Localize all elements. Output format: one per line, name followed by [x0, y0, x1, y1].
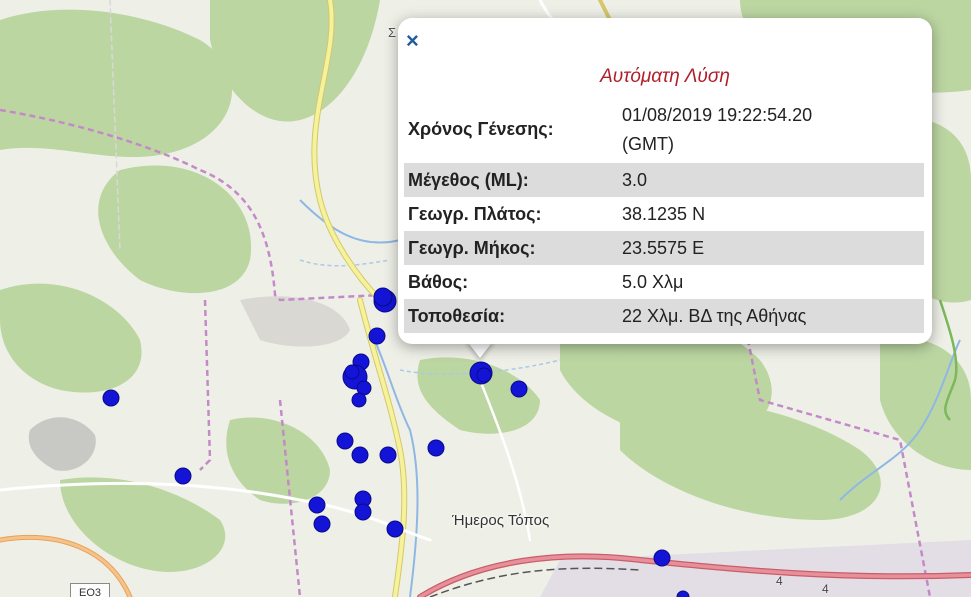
earthquake-marker[interactable]: [102, 389, 120, 407]
info-key: Τοποθεσία:: [404, 299, 612, 333]
info-value: 23.5575 E: [612, 231, 924, 265]
place-label: Ήμερος Τόπος: [452, 512, 550, 529]
info-row-location: Τοποθεσία: 22 Χλμ. ΒΔ της Αθήνας: [404, 299, 924, 333]
info-key: Βάθος:: [408, 271, 469, 292]
map-label-top: Σ: [388, 25, 397, 40]
earthquake-marker[interactable]: [476, 367, 492, 383]
popup-title: Αυτόματη Λύση: [600, 66, 730, 87]
earthquake-marker[interactable]: [344, 364, 360, 380]
earthquake-marker[interactable]: [379, 446, 397, 464]
earthquake-marker[interactable]: [174, 467, 192, 485]
info-row-origin-time: Χρόνος Γένεσης: 01/08/2019 19:22:54.20 (…: [404, 96, 924, 163]
road-number-label: 4: [822, 582, 829, 596]
road-number-label: 4: [776, 574, 783, 588]
earthquake-info-table: Χρόνος Γένεσης: 01/08/2019 19:22:54.20 (…: [404, 96, 924, 333]
earthquake-marker[interactable]: [354, 503, 372, 521]
origin-time-value: 01/08/2019 19:22:54.20: [622, 104, 813, 125]
earthquake-marker[interactable]: [373, 287, 393, 307]
earthquake-marker[interactable]: [427, 439, 445, 457]
info-row-longitude: Γεωγρ. Μήκος: 23.5575 E: [404, 231, 924, 265]
info-row-magnitude: Μέγεθος (ML): 3.0: [404, 163, 924, 197]
earthquake-marker[interactable]: [336, 432, 354, 450]
origin-time-zone: (GMT): [622, 133, 674, 154]
info-value: 22 Χλμ. ΒΔ της Αθήνας: [612, 299, 924, 333]
close-icon[interactable]: ×: [406, 30, 419, 52]
info-row-depth: Βάθος: 5.0 Χλμ: [404, 265, 924, 299]
earthquake-marker[interactable]: [351, 446, 369, 464]
info-value: 38.1235 N: [622, 203, 706, 224]
info-key: Γεωγρ. Μήκος:: [404, 231, 612, 265]
info-key: Μέγεθος (ML):: [404, 163, 612, 197]
earthquake-marker[interactable]: [308, 496, 326, 514]
road-shield: ΕΟ3: [70, 583, 110, 597]
info-key: Γεωγρ. Πλάτος:: [408, 203, 542, 224]
info-value: 01/08/2019 19:22:54.20 (GMT): [612, 96, 924, 163]
earthquake-marker[interactable]: [510, 380, 528, 398]
earthquake-marker[interactable]: [653, 549, 671, 567]
info-row-latitude: Γεωγρ. Πλάτος: 38.1235 N: [404, 197, 924, 231]
info-value: 5.0 Χλμ: [622, 271, 684, 292]
info-value: 3.0: [612, 163, 924, 197]
info-key: Χρόνος Γένεσης:: [408, 119, 554, 139]
earthquake-popup: × Αυτόματη Λύση Χρόνος Γένεσης: 01/08/20…: [398, 18, 932, 344]
earthquake-marker[interactable]: [351, 392, 367, 408]
earthquake-marker[interactable]: [386, 520, 404, 538]
earthquake-marker[interactable]: [368, 327, 386, 345]
earthquake-marker[interactable]: [313, 515, 331, 533]
